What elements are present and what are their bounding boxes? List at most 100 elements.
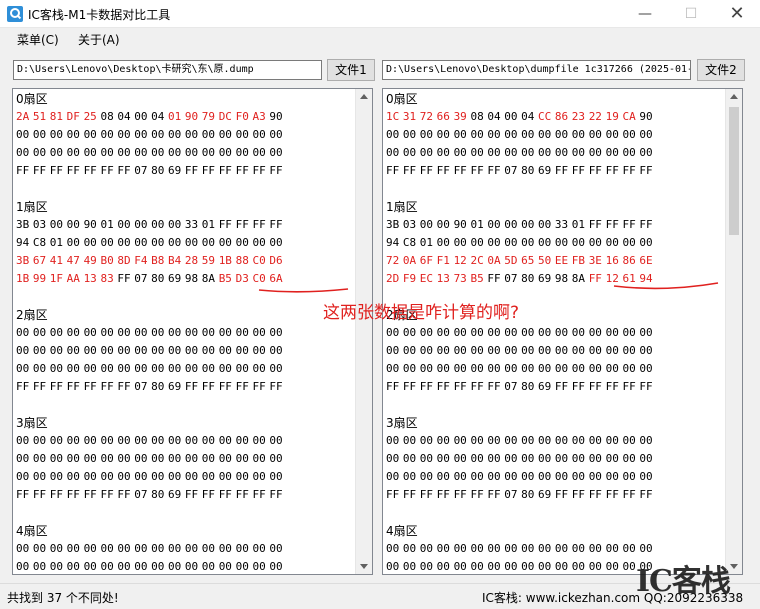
hex-byte: FF bbox=[453, 380, 467, 393]
hex-byte: 00 bbox=[168, 218, 182, 231]
hex-byte: 00 bbox=[436, 470, 450, 483]
hex-byte: 00 bbox=[32, 542, 47, 555]
sector-gap bbox=[386, 396, 726, 414]
hex-byte: FF bbox=[470, 380, 484, 393]
hex-byte: FF bbox=[218, 488, 232, 501]
hex-byte: 01 bbox=[100, 218, 114, 231]
hex-byte: 01 bbox=[571, 218, 586, 231]
hex-byte-diff: D6 bbox=[269, 254, 283, 267]
hex-byte: 00 bbox=[168, 236, 182, 249]
file2-button[interactable]: 文件2 bbox=[697, 59, 745, 81]
hex-byte: 00 bbox=[453, 236, 467, 249]
hex-byte-diff: 13 bbox=[83, 272, 97, 285]
hex-byte: 00 bbox=[453, 470, 467, 483]
hex-byte-diff: 59 bbox=[201, 254, 216, 267]
scroll-down-arrow-icon[interactable] bbox=[360, 564, 368, 569]
hex-byte: 00 bbox=[419, 452, 434, 465]
hex-row: 1B 99 1F AA 13 83 FF 07 80 69 98 8A B5 D3 C0 6A bbox=[16, 270, 356, 288]
hex-byte: 00 bbox=[252, 560, 266, 573]
hex-byte: 00 bbox=[252, 326, 266, 339]
hex-byte: 33 bbox=[184, 218, 199, 231]
hex-byte: FF bbox=[571, 380, 586, 393]
hex-byte: 00 bbox=[235, 452, 249, 465]
hex-byte: 00 bbox=[386, 146, 400, 159]
hex-byte: 00 bbox=[235, 236, 249, 249]
hex-byte: 00 bbox=[66, 560, 80, 573]
hex-byte: 00 bbox=[588, 362, 602, 375]
menu-item-menu[interactable]: 菜单(C) bbox=[17, 31, 59, 48]
hex-byte: 01 bbox=[201, 218, 216, 231]
file1-path-input[interactable]: D:\Users\Lenovo\Desktop\卡研究\东\原.dump bbox=[13, 60, 322, 80]
hex-byte: 00 bbox=[168, 344, 182, 357]
hex-byte: 00 bbox=[49, 434, 64, 447]
sector-gap bbox=[16, 396, 356, 414]
hex-byte-diff: B5 bbox=[470, 272, 484, 285]
hex-byte: 01 bbox=[49, 236, 64, 249]
hex-byte: 00 bbox=[235, 434, 249, 447]
hex-byte-diff: 2D bbox=[386, 272, 400, 285]
hex-row: 00 00 00 00 00 00 00 00 00 00 00 00 00 00 00 00 bbox=[16, 450, 356, 468]
hex-byte: 00 bbox=[504, 542, 518, 555]
scroll-up-arrow-icon[interactable] bbox=[730, 94, 738, 99]
hex-byte: 00 bbox=[470, 560, 484, 573]
maximize-button[interactable]: ☐ bbox=[668, 0, 714, 28]
hex-byte: FF bbox=[184, 380, 199, 393]
hex-byte: 00 bbox=[504, 344, 518, 357]
sector-title: 0扇区 bbox=[16, 92, 48, 106]
hex-byte: 00 bbox=[588, 560, 602, 573]
hex-byte: 00 bbox=[504, 434, 518, 447]
hex-byte: 00 bbox=[252, 470, 266, 483]
hex-byte: 00 bbox=[639, 236, 653, 249]
scroll-down-arrow-icon[interactable] bbox=[730, 564, 738, 569]
hex-byte-diff: 28 bbox=[184, 254, 199, 267]
left-hex-panel[interactable]: 0扇区 2A 51 81 DF 25 08 04 00 04 01 90 79 DC F0 A3 90 00 00 0… bbox=[12, 88, 373, 575]
hex-byte: 00 bbox=[622, 362, 636, 375]
hex-byte: 00 bbox=[453, 146, 467, 159]
hex-byte: 00 bbox=[639, 146, 653, 159]
hex-byte: 00 bbox=[470, 470, 484, 483]
close-button[interactable]: ✕ bbox=[714, 0, 760, 28]
hex-byte: 00 bbox=[66, 146, 80, 159]
hex-byte: 00 bbox=[218, 470, 232, 483]
left-scrollbar[interactable] bbox=[355, 89, 372, 574]
hex-byte: FF bbox=[622, 488, 636, 501]
hex-byte: 00 bbox=[605, 470, 619, 483]
hex-byte: 00 bbox=[521, 452, 535, 465]
hex-byte: 00 bbox=[419, 218, 434, 231]
hex-byte: FF bbox=[66, 164, 80, 177]
scroll-thumb[interactable] bbox=[729, 107, 739, 235]
file2-path-input[interactable]: D:\Users\Lenovo\Desktop\dumpfile 1c31726… bbox=[382, 60, 691, 80]
hex-byte: FF bbox=[453, 488, 467, 501]
hex-byte: 8A bbox=[201, 272, 216, 285]
hex-byte-diff: 22 bbox=[588, 110, 602, 123]
hex-byte: 00 bbox=[554, 434, 569, 447]
sector-title: 3扇区 bbox=[386, 416, 418, 430]
right-hex-panel[interactable]: 0扇区 1C 31 72 66 39 08 04 00 04 CC 86 23 22 19 CA 90 00 00 0… bbox=[382, 88, 743, 575]
hex-byte: 00 bbox=[134, 146, 148, 159]
hex-byte: 00 bbox=[100, 236, 114, 249]
scroll-up-arrow-icon[interactable] bbox=[360, 94, 368, 99]
hex-byte: 00 bbox=[235, 344, 249, 357]
hex-byte: 00 bbox=[235, 542, 249, 555]
hex-byte: 00 bbox=[453, 344, 467, 357]
menu-item-about[interactable]: 关于(A) bbox=[78, 31, 120, 48]
hex-byte: 00 bbox=[49, 218, 64, 231]
hex-byte: 00 bbox=[402, 326, 417, 339]
sector-title: 1扇区 bbox=[16, 200, 48, 214]
right-scrollbar[interactable] bbox=[725, 89, 742, 574]
sector-title: 4扇区 bbox=[386, 524, 418, 538]
hex-byte: FF bbox=[117, 164, 131, 177]
hex-byte: FF bbox=[269, 164, 283, 177]
hex-byte: 00 bbox=[487, 218, 501, 231]
hex-byte: FF bbox=[571, 164, 586, 177]
hex-byte: 80 bbox=[151, 164, 165, 177]
file1-button[interactable]: 文件1 bbox=[327, 59, 375, 81]
hex-byte: 00 bbox=[588, 128, 602, 141]
hex-byte: 00 bbox=[117, 470, 131, 483]
hex-byte: 00 bbox=[32, 128, 47, 141]
hex-byte: FF bbox=[218, 218, 232, 231]
minimize-button[interactable]: — bbox=[622, 0, 668, 28]
hex-byte: 00 bbox=[571, 362, 586, 375]
hex-byte: FF bbox=[639, 164, 653, 177]
hex-byte: 00 bbox=[538, 236, 552, 249]
